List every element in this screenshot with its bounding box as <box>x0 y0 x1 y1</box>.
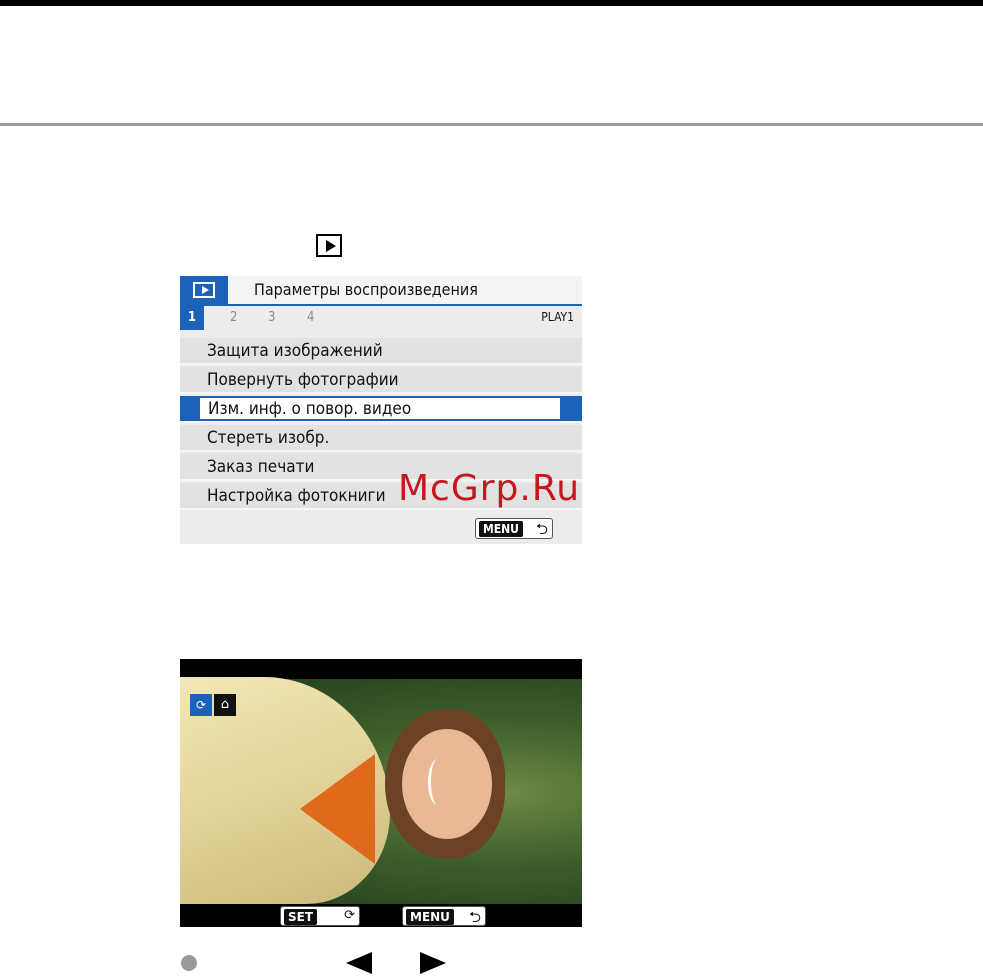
tab-3[interactable]: 3 <box>268 310 275 325</box>
menu-item-label: Настройка фотокниги <box>207 486 386 506</box>
menu-item-protect[interactable]: Защита изображений <box>180 338 582 365</box>
set-button[interactable]: SET ⟳ <box>280 906 360 926</box>
menu-item-label: Стереть изобр. <box>207 428 330 448</box>
playback-icon <box>316 234 342 257</box>
camera-photo-screen: ⟳ ⌂ SET ⟳ MENU ⮌ <box>180 659 582 927</box>
menu-button-label: MENU <box>406 909 454 925</box>
menu-item-rotate[interactable]: Повернуть фотографии <box>180 367 582 394</box>
tab-2[interactable]: 2 <box>230 310 237 325</box>
rotate-icon: ⟳ <box>344 908 355 923</box>
menu-item-label: Повернуть фотографии <box>207 370 399 390</box>
up-icon: ⌂ <box>214 694 236 716</box>
photo-subject-smile <box>428 759 447 805</box>
menu-item-label: Заказ печати <box>207 457 315 477</box>
bullet-icon <box>181 955 197 971</box>
menu-item-erase[interactable]: Стереть изобр. <box>180 425 582 452</box>
menu-title: Параметры воспроизведения <box>254 280 478 299</box>
playback-tab-icon[interactable] <box>180 276 228 304</box>
menu-button-label: MENU <box>479 521 523 537</box>
photo-menu-return-button[interactable]: MENU ⮌ <box>402 906 486 926</box>
photo-subject-face <box>402 729 492 839</box>
photo-bottom-bar: SET ⟳ MENU ⮌ <box>180 904 582 927</box>
menu-item-label: Изм. инф. о повор. видео <box>208 399 412 419</box>
rotate-icon: ⟳ <box>190 694 212 716</box>
return-icon: ⮌ <box>535 520 548 538</box>
menu-item-change-video-rotation[interactable]: Изм. инф. о повор. видео <box>180 396 582 423</box>
return-icon: ⮌ <box>468 908 481 926</box>
menu-item-label: Защита изображений <box>207 341 383 361</box>
menu-tabs: 1 2 3 4 PLAY1 <box>180 306 582 330</box>
right-arrow-icon <box>420 952 446 974</box>
set-button-label: SET <box>284 909 318 925</box>
menu-return-button[interactable]: MENU ⮌ <box>475 518 553 539</box>
tab-4[interactable]: 4 <box>307 310 314 325</box>
menu-header: Параметры воспроизведения <box>180 276 582 306</box>
watermark: McGrp.Ru <box>398 468 581 509</box>
photo-subject-collar <box>300 754 375 864</box>
left-arrow-icon <box>346 952 372 974</box>
section-divider <box>0 123 983 126</box>
tab-1[interactable]: 1 <box>180 306 204 330</box>
page-label: PLAY1 <box>541 310 574 324</box>
top-bar <box>0 0 983 6</box>
